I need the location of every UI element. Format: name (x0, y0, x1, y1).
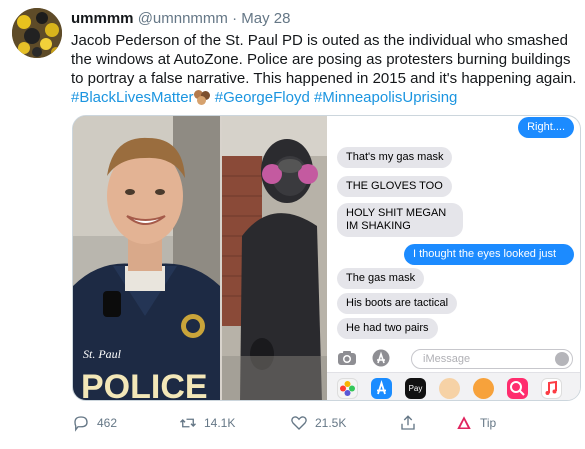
like-button[interactable]: 21.5K (290, 414, 346, 432)
heart-icon (291, 416, 307, 430)
masked-person-photo[interactable] (222, 116, 327, 400)
apple-pay-icon[interactable]: Pay (405, 378, 426, 399)
imessage-screenshot: Right.... That's my gas mask THE GLOVES … (327, 116, 580, 400)
message-bubble-in: His boots are tactical (337, 293, 458, 314)
retweet-count: 14.1K (204, 416, 236, 430)
message-bubble-in: That's my gas mask (337, 147, 453, 168)
reply-icon (74, 416, 88, 432)
message-bubble-in: HOLY SHIT MEGAN IM SHAKING (337, 203, 463, 237)
tweet-body: Jacob Pederson of the St. Paul PD is out… (71, 32, 577, 87)
message-composer: iMessage (327, 346, 580, 372)
tip-button[interactable]: Tip (455, 414, 496, 432)
reply-count: 462 (97, 416, 118, 430)
raised-fists-emoji (193, 90, 211, 105)
message-bubble-in: THE GLOVES TOO (337, 176, 452, 197)
photos-app-icon[interactable] (337, 378, 358, 399)
message-bubble-out: I thought the eyes looked just (404, 244, 574, 265)
avatar[interactable] (12, 8, 62, 58)
imessage-placeholder: iMessage (423, 353, 471, 365)
user-handle[interactable]: @umnnmmm (138, 10, 228, 27)
app-drawer: Pay (327, 372, 580, 400)
message-bubble-in: He had two pairs (337, 318, 438, 339)
tweet-actions: 462 14.1K 21.5K Tip (72, 410, 580, 436)
share-icon (401, 415, 415, 430)
avatar-image (12, 8, 62, 58)
separator-dot: · (232, 10, 238, 27)
imessage-input[interactable]: iMessage (411, 349, 573, 369)
app-store-icon[interactable] (371, 349, 391, 367)
camera-icon[interactable] (337, 349, 357, 367)
patch-text: St. Paul (83, 347, 122, 361)
reply-button[interactable]: 462 (72, 414, 117, 432)
search-images-icon[interactable] (507, 378, 528, 399)
retweet-button[interactable]: 14.1K (179, 414, 235, 432)
tweet-header: ummmm @umnnmmm · May 28 (71, 10, 290, 27)
tip-icon (457, 416, 471, 429)
share-button[interactable] (399, 414, 417, 432)
memoji-icon[interactable] (439, 378, 460, 399)
officer-photo[interactable]: St. Paul POLICE (73, 116, 220, 401)
hashtag-georgefloyd[interactable]: #GeorgeFloyd (215, 89, 310, 106)
tweet-media[interactable]: St. Paul POLICE Right.... That's my gas … (72, 115, 581, 401)
message-bubble-in: The gas mask (337, 268, 425, 289)
police-text: POLICE (81, 368, 208, 401)
tweet-date[interactable]: May 28 (241, 10, 290, 27)
message-bubble-out: Right.... (518, 117, 574, 138)
like-count: 21.5K (315, 416, 347, 430)
animoji-monkey-icon[interactable] (473, 378, 494, 399)
tweet-text: Jacob Pederson of the St. Paul PD is out… (71, 31, 579, 107)
music-icon[interactable] (541, 378, 562, 399)
display-name[interactable]: ummmm (71, 10, 134, 27)
retweet-icon (180, 418, 196, 428)
tip-label: Tip (480, 416, 497, 430)
audio-icon[interactable] (555, 352, 569, 366)
hashtag-blacklivesmatter[interactable]: #BlackLivesMatter (71, 89, 194, 106)
app-store-app-icon[interactable] (371, 378, 392, 399)
hashtag-minneapolisuprising[interactable]: #MinneapolisUprising (314, 89, 457, 106)
